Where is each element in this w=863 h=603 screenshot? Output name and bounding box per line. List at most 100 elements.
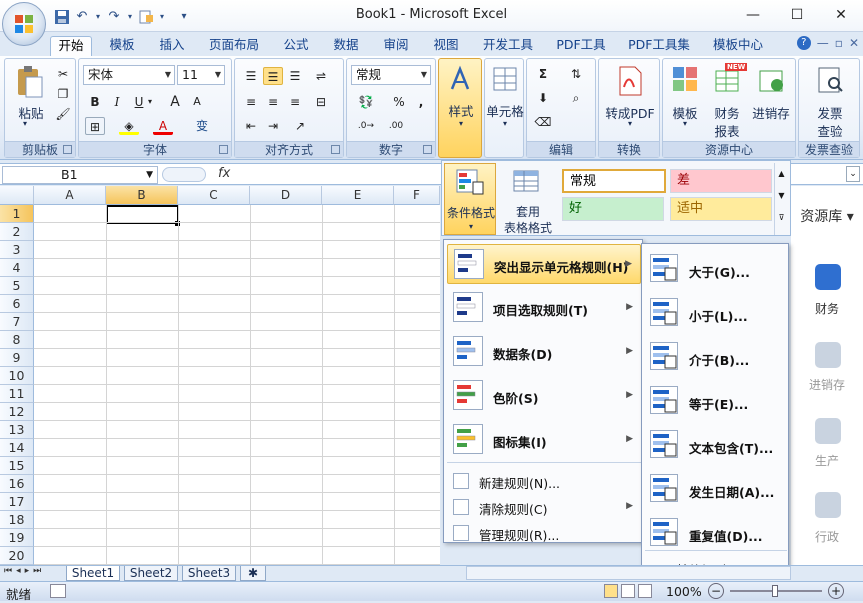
row-header[interactable]: 3 — [0, 241, 34, 259]
submenu-item-equal-to[interactable]: 等于(E)... — [645, 382, 787, 420]
name-box[interactable]: B1 ▼ — [2, 166, 158, 184]
paste-dropdown[interactable]: ▾ — [23, 119, 27, 128]
align-top-icon[interactable]: ☰ — [241, 67, 261, 85]
font-color-icon[interactable]: A — [153, 117, 173, 135]
increase-indent-icon[interactable]: ⇥ — [263, 117, 283, 135]
merge-center-icon[interactable]: ⊟ — [311, 93, 331, 111]
decrease-decimal-icon[interactable]: .00 — [383, 117, 409, 135]
menu-item-top-bottom-rules[interactable]: 项目选取规则(T) ▶ — [447, 288, 641, 328]
align-right-icon[interactable]: ≡ — [285, 93, 305, 111]
inventory-button[interactable]: 进销存 — [749, 103, 793, 122]
wrap-text-icon[interactable]: ⇌ — [311, 67, 331, 85]
tab-pdf-toolset[interactable]: PDF工具集 — [622, 36, 696, 56]
cell-style-option[interactable]: 好 — [562, 197, 664, 221]
group-styles[interactable]: 样式 ▾ — [438, 58, 482, 158]
row-header[interactable]: 9 — [0, 349, 34, 367]
increase-decimal-icon[interactable]: .0→ — [353, 117, 379, 135]
resource-finance[interactable]: 财务 — [791, 300, 863, 317]
menu-item-manage-rules[interactable]: 管理规则(R)... — [447, 522, 641, 544]
resource-inventory[interactable]: 进销存 — [791, 376, 863, 393]
zoom-out-button[interactable]: − — [708, 583, 724, 599]
row-header[interactable]: 11 — [0, 385, 34, 403]
row-header[interactable]: 17 — [0, 493, 34, 511]
finance-report-button[interactable]: 报表 — [707, 121, 747, 140]
tab-template-center[interactable]: 模板中心 — [706, 36, 770, 56]
row-header[interactable]: 13 — [0, 421, 34, 439]
cells-dropdown[interactable]: ▾ — [485, 119, 525, 128]
sheet-tab-2[interactable]: Sheet2 — [124, 566, 178, 581]
zoom-level[interactable]: 100% — [666, 584, 702, 599]
submenu-item-date-occurring[interactable]: 发生日期(A)... — [645, 470, 787, 508]
column-header[interactable]: C — [178, 186, 250, 205]
row-header[interactable]: 4 — [0, 259, 34, 277]
zoom-slider-thumb[interactable] — [772, 585, 778, 597]
row-header[interactable]: 8 — [0, 331, 34, 349]
row-header[interactable]: 16 — [0, 475, 34, 493]
clear-icon[interactable]: ⌫ — [533, 113, 553, 131]
close-button[interactable]: ✕ — [819, 0, 863, 30]
submenu-item-between[interactable]: 介于(B)... — [645, 338, 787, 376]
grow-font-button[interactable]: A — [165, 93, 185, 111]
menu-item-highlight-rules[interactable]: 突出显示单元格规则(H) ▶ — [447, 244, 641, 284]
row-header[interactable]: 20 — [0, 547, 34, 565]
invoice-check-button[interactable]: 查验 — [799, 121, 861, 140]
row-header[interactable]: 18 — [0, 511, 34, 529]
comma-button[interactable]: , — [411, 93, 431, 111]
formula-expand-handle[interactable] — [162, 167, 206, 182]
row-header[interactable]: 15 — [0, 457, 34, 475]
phonetic-button[interactable]: 变 — [189, 117, 215, 135]
tab-data[interactable]: 数据 — [324, 36, 368, 56]
orientation-icon[interactable]: ↗ — [287, 117, 313, 135]
finance-button[interactable]: 财务 — [707, 103, 747, 122]
column-header[interactable]: A — [34, 186, 106, 205]
sheet-tab-3[interactable]: Sheet3 — [182, 566, 236, 581]
row-header[interactable]: 6 — [0, 295, 34, 313]
tab-home[interactable]: 开始 — [50, 36, 92, 56]
gallery-scroll-down[interactable]: ▼ — [775, 185, 788, 207]
insert-function-button[interactable]: fx — [218, 166, 230, 181]
shrink-font-button[interactable]: A — [187, 93, 207, 111]
normal-view-icon[interactable] — [604, 584, 618, 598]
menu-item-data-bars[interactable]: 数据条(D) ▶ — [447, 332, 641, 372]
page-layout-view-icon[interactable] — [621, 584, 635, 598]
formula-bar-expand-icon[interactable]: ⌄ — [846, 166, 860, 182]
find-select-icon[interactable]: ⌕ — [563, 89, 589, 107]
bold-button[interactable]: B — [85, 93, 105, 111]
cell-style-option[interactable]: 适中 — [670, 197, 772, 221]
row-header[interactable]: 14 — [0, 439, 34, 457]
submenu-item-duplicate-values[interactable]: 重复值(D)... — [645, 514, 787, 552]
tab-template[interactable]: 模板 — [100, 36, 144, 56]
format-painter-icon[interactable]: 🖌 — [53, 105, 73, 123]
row-header[interactable]: 12 — [0, 403, 34, 421]
italic-button[interactable]: I — [107, 93, 127, 111]
ribbon-restore-button[interactable]: ▫ — [835, 36, 843, 50]
menu-item-clear-rules[interactable]: 清除规则(C) ▶ — [447, 496, 641, 518]
invoice-button[interactable]: 发票 — [799, 103, 861, 122]
tab-review[interactable]: 审阅 — [374, 36, 418, 56]
paste-button[interactable]: 粘贴 — [11, 103, 51, 122]
row-header[interactable]: 7 — [0, 313, 34, 331]
tab-view[interactable]: 视图 — [424, 36, 468, 56]
template-dropdown[interactable]: ▾ — [665, 119, 705, 128]
copy-icon[interactable]: ❐ — [53, 85, 73, 103]
maximize-button[interactable]: ☐ — [775, 0, 819, 30]
format-as-table-button[interactable]: 套用 表格格式 — [498, 163, 558, 235]
submenu-item-less-than[interactable]: 小于(L)... — [645, 294, 787, 332]
office-button[interactable] — [2, 2, 46, 46]
font-name-combo[interactable]: 宋体 ▼ — [83, 65, 175, 85]
minimize-button[interactable]: — — [731, 0, 775, 30]
number-launcher[interactable] — [423, 145, 432, 154]
sort-filter-icon[interactable]: ⇅ — [563, 65, 589, 83]
column-header[interactable]: B — [106, 186, 178, 205]
cut-icon[interactable]: ✂ — [53, 65, 73, 83]
row-header[interactable]: 19 — [0, 529, 34, 547]
font-launcher[interactable] — [219, 145, 228, 154]
row-header[interactable]: 1 — [0, 205, 34, 223]
fill-icon[interactable]: ⬇ — [533, 89, 553, 107]
column-header[interactable]: E — [322, 186, 394, 205]
menu-item-new-rule[interactable]: 新建规则(N)... — [447, 470, 641, 492]
sheet-tab-1[interactable]: Sheet1 — [66, 566, 120, 581]
row-header[interactable]: 10 — [0, 367, 34, 385]
menu-item-icon-sets[interactable]: 图标集(I) ▶ — [447, 420, 641, 460]
cells-button[interactable]: 单元格 — [481, 101, 529, 120]
